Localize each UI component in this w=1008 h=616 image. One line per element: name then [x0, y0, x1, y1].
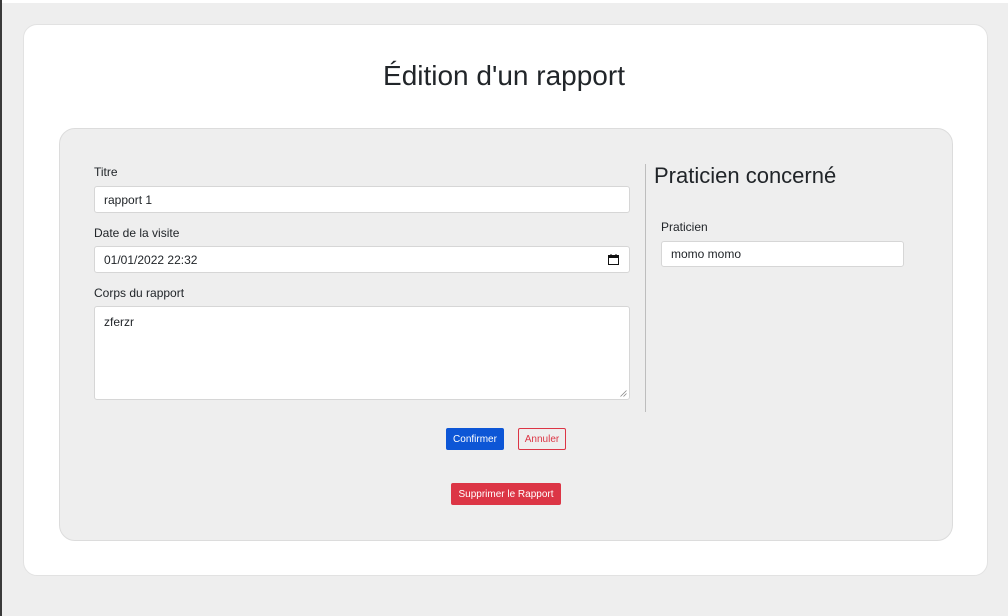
delete-report-button[interactable]: Supprimer le Rapport [451, 483, 561, 505]
window-edge [0, 0, 2, 616]
titre-value: rapport 1 [104, 192, 153, 207]
calendar-icon[interactable] [608, 254, 619, 265]
praticien-value: momo momo [671, 247, 742, 261]
top-strip [2, 0, 1008, 3]
column-divider [645, 164, 646, 412]
cancel-button[interactable]: Annuler [518, 428, 566, 450]
date-value: 01/01/2022 22:32 [104, 252, 198, 267]
corps-value: zferzr [104, 315, 134, 329]
confirm-button[interactable]: Confirmer [446, 428, 504, 450]
praticien-section-title: Praticien concerné [654, 163, 837, 188]
praticien-label: Praticien [661, 220, 708, 234]
date-label: Date de la visite [94, 226, 180, 240]
date-input[interactable]: 01/01/2022 22:32 [94, 246, 630, 273]
resize-grip-icon[interactable] [620, 390, 627, 397]
corps-label: Corps du rapport [94, 286, 185, 300]
titre-label: Titre [94, 165, 118, 179]
page-title: Édition d'un rapport [383, 60, 625, 91]
praticien-input[interactable]: momo momo [661, 241, 904, 267]
corps-textarea[interactable]: zferzr [94, 306, 630, 400]
titre-input[interactable]: rapport 1 [94, 186, 630, 213]
